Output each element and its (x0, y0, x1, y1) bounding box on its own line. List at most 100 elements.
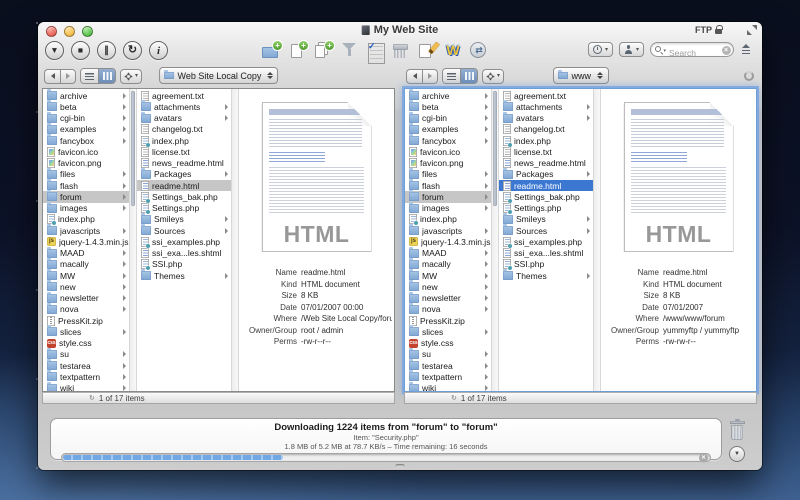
shredder-icon[interactable] (390, 41, 412, 60)
file-row[interactable]: ssi_exa...les.shtml (137, 248, 231, 259)
file-row[interactable]: MW (405, 270, 491, 281)
file-row[interactable]: su (43, 349, 129, 360)
edit-icon[interactable] (416, 41, 438, 60)
file-row[interactable]: forum (43, 191, 129, 202)
cancel-transfer-icon[interactable]: × (699, 453, 708, 462)
file-row[interactable]: index.php (43, 214, 129, 225)
file-row[interactable]: slices (43, 326, 129, 337)
file-row[interactable]: flash (405, 180, 491, 191)
path-popup[interactable]: Web Site Local Copy (159, 67, 279, 84)
file-row[interactable]: MW (43, 270, 129, 281)
file-row[interactable]: SSI.php (499, 259, 593, 270)
file-row[interactable]: news_readme.html (137, 158, 231, 169)
file-row[interactable]: examples (43, 124, 129, 135)
stop-button[interactable]: ■ (71, 41, 90, 60)
scrollbar-thumb[interactable] (131, 91, 135, 206)
file-row[interactable]: Settings_bak.php (137, 191, 231, 202)
file-row[interactable]: su (405, 349, 491, 360)
file-row[interactable]: newsletter (43, 293, 129, 304)
file-row[interactable]: wiki (405, 383, 491, 392)
file-row[interactable]: attachments (137, 101, 231, 112)
list-view-button[interactable] (81, 69, 98, 83)
path-popup[interactable]: www (553, 67, 609, 84)
file-row[interactable]: examples (405, 124, 491, 135)
file-row[interactable]: jquery-1.4.3.min.js (405, 236, 491, 247)
file-row[interactable]: Settings.php (499, 203, 593, 214)
file-row[interactable]: avatars (499, 113, 593, 124)
forward-button[interactable] (60, 69, 76, 84)
file-row[interactable]: fancybox (405, 135, 491, 146)
file-row[interactable]: cgi-bin (405, 113, 491, 124)
file-row[interactable]: beta (405, 101, 491, 112)
file-row[interactable]: attachments (499, 101, 593, 112)
file-row[interactable]: beta (43, 101, 129, 112)
yummy-logo-icon[interactable]: W (442, 41, 464, 60)
back-button[interactable] (44, 69, 60, 84)
file-row[interactable]: SSI.php (137, 259, 231, 270)
file-row[interactable]: javascripts (405, 225, 491, 236)
fullscreen-icon[interactable] (747, 25, 757, 35)
file-row[interactable]: readme.html (499, 180, 593, 191)
file-row[interactable]: MAAD (405, 248, 491, 259)
file-row[interactable]: testarea (405, 360, 491, 371)
file-row[interactable]: changelog.txt (499, 124, 593, 135)
file-row[interactable]: macally (405, 259, 491, 270)
action-menu-button[interactable]: ▾ (482, 69, 504, 84)
tasks-icon[interactable] (364, 41, 386, 60)
forward-button[interactable] (422, 69, 438, 84)
file-row[interactable]: PressKit.zip (405, 315, 491, 326)
file-row[interactable]: Packages (137, 169, 231, 180)
file-row[interactable]: javascripts (43, 225, 129, 236)
file-row[interactable]: style.css (405, 338, 491, 349)
file-row[interactable]: favicon.png (43, 158, 129, 169)
window-resize-dimple[interactable] (396, 464, 405, 468)
file-row[interactable]: MAAD (43, 248, 129, 259)
titlebar[interactable]: My Web Site FTP (38, 22, 762, 38)
file-row[interactable]: cgi-bin (43, 113, 129, 124)
file-row[interactable]: readme.html (137, 180, 231, 191)
file-row[interactable]: index.php (499, 135, 593, 146)
file-row[interactable]: new (43, 281, 129, 292)
scrollbar[interactable] (129, 89, 137, 391)
disconnect-icon[interactable] (740, 43, 752, 57)
file-row[interactable]: favicon.ico (43, 146, 129, 157)
file-row[interactable]: images (43, 203, 129, 214)
file-row[interactable]: wiki (43, 383, 129, 392)
file-row[interactable]: agreement.txt (499, 90, 593, 101)
file-row[interactable]: nova (405, 304, 491, 315)
new-file-icon[interactable] (286, 41, 308, 60)
file-row[interactable]: ssi_exa...les.shtml (499, 248, 593, 259)
scrollbar[interactable] (491, 89, 499, 391)
new-folder-icon[interactable] (260, 41, 282, 60)
file-row[interactable]: ssi_examples.php (499, 236, 593, 247)
scrollbar[interactable] (593, 89, 601, 391)
file-row[interactable]: macally (43, 259, 129, 270)
collapse-drawer-button[interactable]: ▼ (729, 446, 745, 462)
file-row[interactable]: nova (43, 304, 129, 315)
file-row[interactable]: changelog.txt (137, 124, 231, 135)
file-row[interactable]: news_readme.html (499, 158, 593, 169)
file-row[interactable]: Themes (137, 270, 231, 281)
column-view-button[interactable] (98, 69, 115, 83)
file-row[interactable]: Smileys (137, 214, 231, 225)
file-row[interactable]: testarea (43, 360, 129, 371)
close-button[interactable] (46, 26, 57, 37)
refresh-button[interactable]: ↻ (123, 41, 142, 60)
file-row[interactable]: Settings.php (137, 203, 231, 214)
sync-icon[interactable]: ⇄ (468, 41, 490, 60)
file-row[interactable]: newsletter (405, 293, 491, 304)
duplicate-icon[interactable] (312, 41, 334, 60)
column-view-button[interactable] (460, 69, 477, 83)
file-row[interactable]: PressKit.zip (43, 315, 129, 326)
filter-icon[interactable] (338, 41, 360, 60)
file-row[interactable]: new (405, 281, 491, 292)
file-row[interactable]: index.php (405, 214, 491, 225)
file-row[interactable]: archive (43, 90, 129, 101)
file-row[interactable]: agreement.txt (137, 90, 231, 101)
file-row[interactable]: avatars (137, 113, 231, 124)
file-row[interactable]: files (405, 169, 491, 180)
transfer-button[interactable]: ▼ (45, 41, 64, 60)
file-row[interactable]: images (405, 203, 491, 214)
file-row[interactable]: favicon.png (405, 158, 491, 169)
minimize-button[interactable] (64, 26, 75, 37)
